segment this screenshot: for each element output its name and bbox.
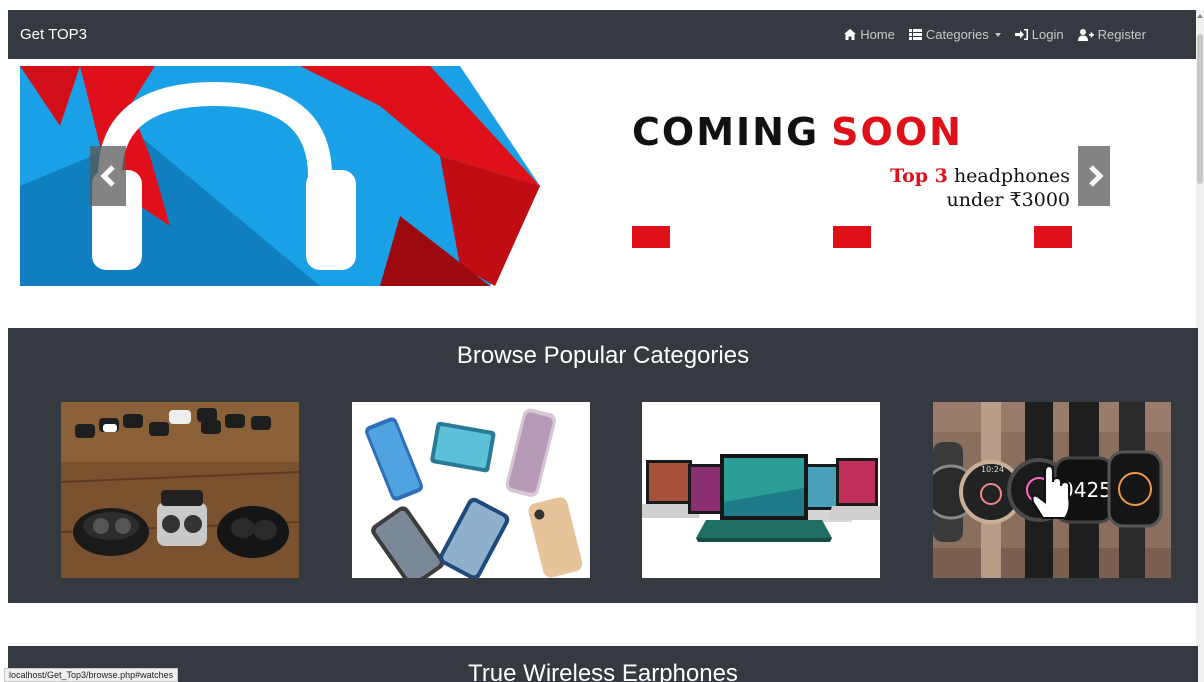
headline-soon: SOON <box>831 110 963 154</box>
category-card-laptops[interactable] <box>642 402 880 578</box>
nav-home-label: Home <box>860 27 895 42</box>
laptops-image <box>642 402 880 578</box>
true-wireless-title: True Wireless Earphones <box>468 660 738 682</box>
nav-login[interactable]: Login <box>1014 27 1064 42</box>
category-card-earphones[interactable] <box>61 402 299 578</box>
scroll-up-arrow-icon[interactable] <box>1197 14 1203 18</box>
nav-home[interactable]: Home <box>844 27 895 42</box>
headline-coming: COMING <box>632 110 820 154</box>
watches-image: 10:24 0425 <box>933 402 1171 578</box>
user-plus-icon <box>1077 28 1094 41</box>
navbar: Get TOP3 Home Categories Login Register <box>8 10 1198 59</box>
tagline-line-2: under ₹3000 <box>946 189 1070 211</box>
smartphones-image <box>352 402 590 578</box>
categories-title: Browse Popular Categories <box>456 342 750 369</box>
chevron-right-icon <box>1089 165 1104 187</box>
svg-text:10:24: 10:24 <box>981 465 1004 474</box>
chevron-down-icon <box>994 32 1001 37</box>
category-card-watches[interactable]: 10:24 0425 <box>933 402 1171 578</box>
tagline: Top 3 headphones under ₹3000 <box>890 164 1070 212</box>
home-icon <box>844 29 857 40</box>
earphones-image <box>61 402 299 578</box>
categories-section: Browse Popular Categories 10:24 0425 <box>8 328 1198 603</box>
true-wireless-section: True Wireless Earphones <box>8 646 1198 682</box>
page: Get TOP3 Home Categories Login Register <box>0 0 1204 682</box>
carousel-prev-button[interactable] <box>90 146 126 206</box>
tagline-line-1: Top 3 headphones <box>890 164 1070 188</box>
nav-categories-label: Categories <box>925 27 989 42</box>
nav-register[interactable]: Register <box>1077 27 1146 42</box>
carousel-indicator-1[interactable] <box>632 226 670 248</box>
nav-register-label: Register <box>1097 27 1146 42</box>
carousel-next-button[interactable] <box>1078 146 1110 206</box>
carousel-indicator-2[interactable] <box>833 226 871 248</box>
tagline-top3: Top 3 <box>890 165 948 187</box>
nav-login-label: Login <box>1031 27 1064 42</box>
browser-status-url: localhost/Get_Top3/browse.php#watches <box>4 668 179 682</box>
nav-menu: Home Categories Login Register <box>844 27 1146 42</box>
nav-categories[interactable]: Categories <box>908 27 1001 42</box>
sign-in-icon <box>1014 29 1028 40</box>
scroll-thumb[interactable] <box>1197 34 1203 184</box>
chevron-left-icon <box>100 165 115 187</box>
carousel-indicator-3[interactable] <box>1034 226 1072 248</box>
category-card-smartphones[interactable] <box>352 402 590 578</box>
hero-carousel: COMING SOON Top 3 headphones under ₹3000 <box>20 66 1110 286</box>
carousel-indicators <box>632 226 1072 248</box>
headline: COMING SOON <box>632 110 963 154</box>
tagline-headphones: headphones <box>947 165 1070 187</box>
brand-link[interactable]: Get TOP3 <box>20 26 87 43</box>
list-icon <box>908 29 922 40</box>
